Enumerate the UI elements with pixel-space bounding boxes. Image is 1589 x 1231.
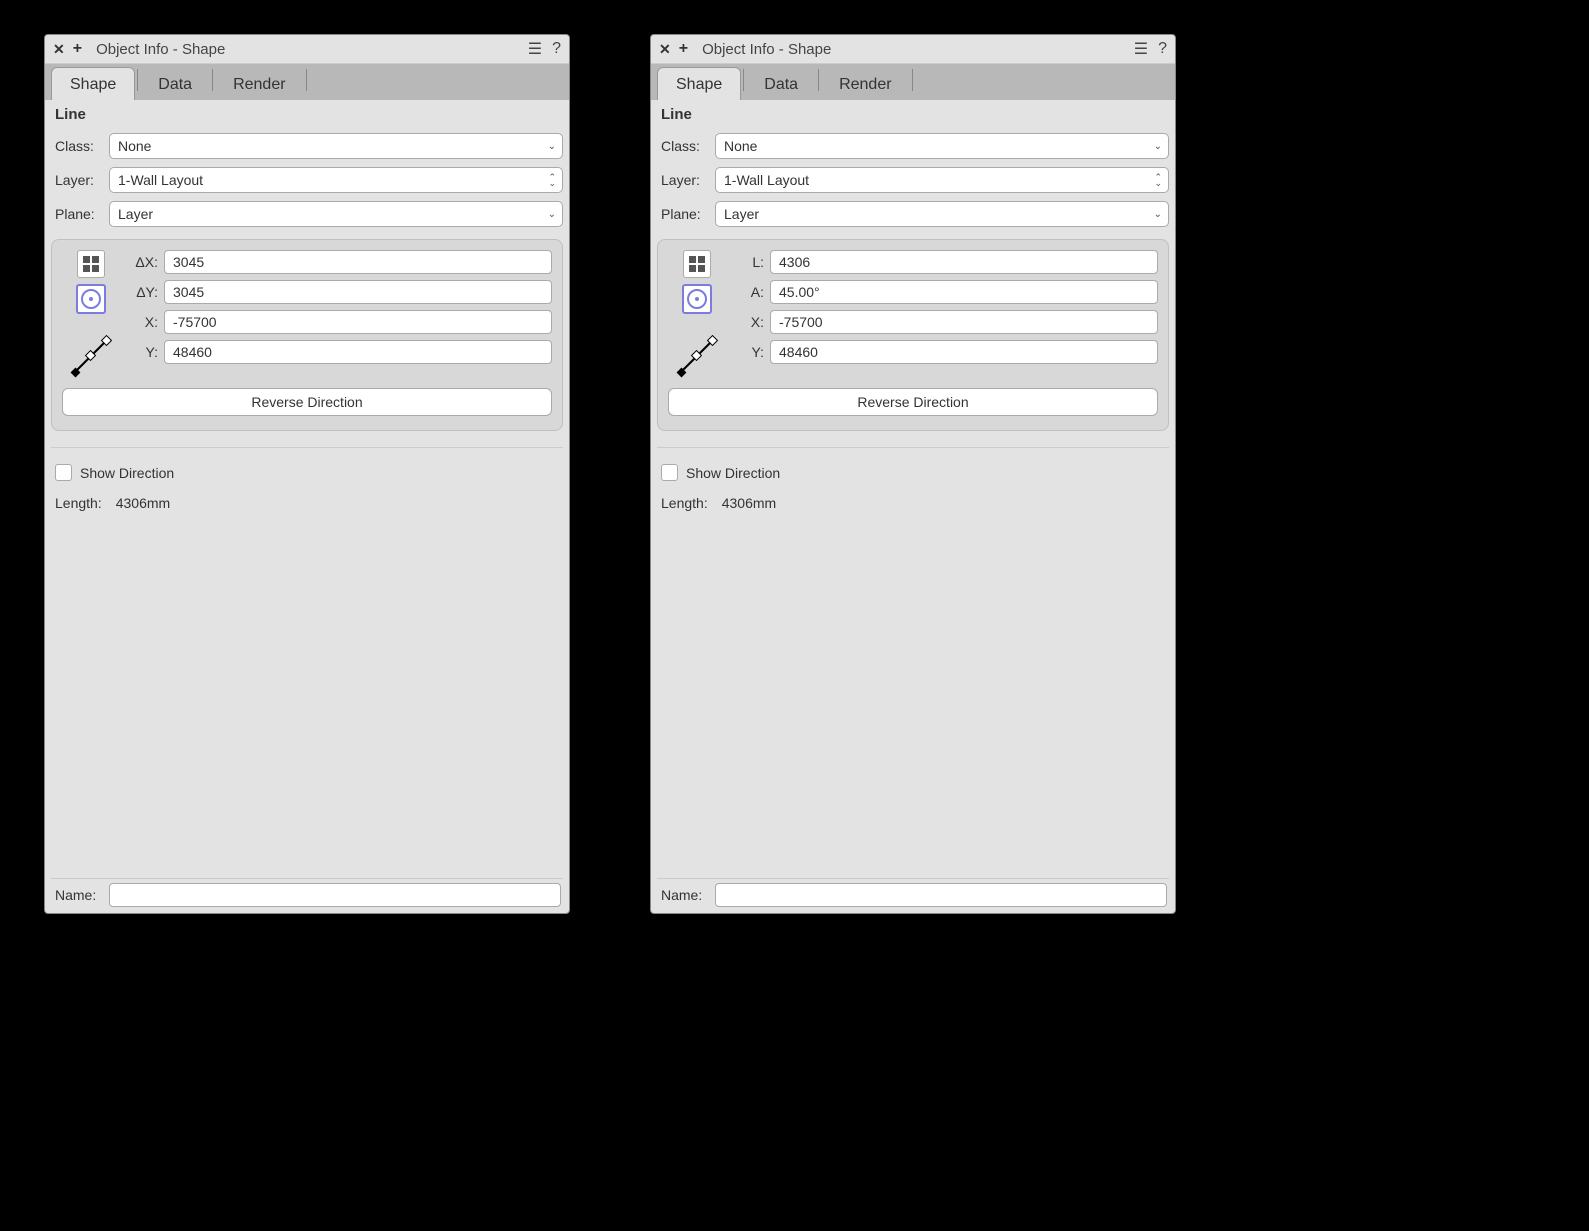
reverse-direction-button[interactable]: Reverse Direction bbox=[62, 388, 552, 416]
tab-data[interactable]: Data bbox=[140, 68, 210, 100]
class-label: Class: bbox=[51, 138, 109, 154]
plane-dropdown[interactable]: Layer ⌄ bbox=[715, 201, 1169, 227]
layer-label: Layer: bbox=[51, 172, 109, 188]
length-field-label: L: bbox=[726, 254, 770, 270]
length-value: 4306mm bbox=[116, 495, 170, 511]
tabstrip: Shape Data Render bbox=[651, 64, 1175, 100]
y-label: Y: bbox=[726, 344, 770, 360]
target-icon bbox=[687, 289, 707, 309]
dy-input[interactable]: 3045 bbox=[164, 280, 552, 304]
tab-data[interactable]: Data bbox=[746, 68, 816, 100]
add-icon[interactable]: + bbox=[73, 40, 82, 58]
tab-render[interactable]: Render bbox=[215, 68, 303, 100]
plane-value: Layer bbox=[118, 206, 554, 222]
polar-mode-button[interactable] bbox=[76, 284, 106, 314]
chevron-down-icon: ⌄ bbox=[548, 209, 556, 220]
dx-input[interactable]: 3045 bbox=[164, 250, 552, 274]
divider bbox=[657, 447, 1169, 448]
class-label: Class: bbox=[657, 138, 715, 154]
class-value: None bbox=[118, 138, 554, 154]
layer-dropdown[interactable]: 1-Wall Layout bbox=[109, 167, 563, 193]
titlebar: ✕ + Object Info - Shape ☰ ? bbox=[45, 35, 569, 64]
chevron-down-icon: ⌄ bbox=[548, 141, 556, 152]
menu-icon[interactable]: ☰ bbox=[528, 39, 542, 59]
updown-arrow-icon bbox=[1154, 174, 1162, 186]
x-label: X: bbox=[726, 314, 770, 330]
plane-value: Layer bbox=[724, 206, 1160, 222]
show-direction-checkbox[interactable] bbox=[55, 464, 72, 481]
close-icon[interactable]: ✕ bbox=[659, 41, 671, 58]
line-icon bbox=[69, 334, 113, 378]
length-label: Length: bbox=[55, 495, 102, 511]
chevron-down-icon: ⌄ bbox=[1154, 141, 1162, 152]
y-label: Y: bbox=[120, 344, 164, 360]
show-direction-checkbox[interactable] bbox=[661, 464, 678, 481]
length-field-input[interactable]: 4306 bbox=[770, 250, 1158, 274]
layer-value: 1-Wall Layout bbox=[724, 172, 1160, 188]
close-icon[interactable]: ✕ bbox=[53, 41, 65, 58]
class-dropdown[interactable]: None ⌄ bbox=[109, 133, 563, 159]
tabstrip: Shape Data Render bbox=[45, 64, 569, 100]
titlebar: ✕ + Object Info - Shape ☰ ? bbox=[651, 35, 1175, 64]
angle-field-label: A: bbox=[726, 284, 770, 300]
help-icon[interactable]: ? bbox=[552, 40, 561, 58]
layer-dropdown[interactable]: 1-Wall Layout bbox=[715, 167, 1169, 193]
coordinates-box: ΔX: 3045 ΔY: 3045 X: -75700 Y: bbox=[51, 239, 563, 431]
object-type-heading: Line bbox=[51, 100, 563, 129]
layer-value: 1-Wall Layout bbox=[118, 172, 554, 188]
help-icon[interactable]: ? bbox=[1158, 40, 1167, 58]
tab-shape[interactable]: Shape bbox=[657, 67, 741, 100]
window-title: Object Info - Shape bbox=[702, 41, 831, 58]
class-dropdown[interactable]: None ⌄ bbox=[715, 133, 1169, 159]
tab-separator bbox=[137, 69, 138, 91]
line-icon bbox=[675, 334, 719, 378]
show-direction-label: Show Direction bbox=[80, 465, 174, 481]
length-label: Length: bbox=[661, 495, 708, 511]
plane-dropdown[interactable]: Layer ⌄ bbox=[109, 201, 563, 227]
x-input[interactable]: -75700 bbox=[164, 310, 552, 334]
plane-label: Plane: bbox=[657, 206, 715, 222]
tab-separator bbox=[818, 69, 819, 91]
chevron-down-icon: ⌄ bbox=[1154, 209, 1162, 220]
tab-render[interactable]: Render bbox=[821, 68, 909, 100]
updown-arrow-icon bbox=[548, 174, 556, 186]
window-title: Object Info - Shape bbox=[96, 41, 225, 58]
x-input[interactable]: -75700 bbox=[770, 310, 1158, 334]
grid-icon bbox=[689, 256, 705, 272]
polar-mode-button[interactable] bbox=[682, 284, 712, 314]
dx-label: ΔX: bbox=[120, 254, 164, 270]
name-input[interactable] bbox=[715, 883, 1167, 907]
name-label: Name: bbox=[53, 887, 109, 903]
grid-mode-button[interactable] bbox=[77, 250, 105, 278]
reverse-direction-button[interactable]: Reverse Direction bbox=[668, 388, 1158, 416]
y-input[interactable]: 48460 bbox=[164, 340, 552, 364]
target-icon bbox=[81, 289, 101, 309]
coordinates-box: L: 4306 A: 45.00° X: -75700 Y: bbox=[657, 239, 1169, 431]
tab-separator bbox=[743, 69, 744, 91]
dy-label: ΔY: bbox=[120, 284, 164, 300]
layer-label: Layer: bbox=[657, 172, 715, 188]
divider bbox=[51, 447, 563, 448]
angle-field-input[interactable]: 45.00° bbox=[770, 280, 1158, 304]
object-info-panel-right: ✕ + Object Info - Shape ☰ ? Shape Data R… bbox=[650, 34, 1176, 914]
object-info-panel-left: ✕ + Object Info - Shape ☰ ? Shape Data R… bbox=[44, 34, 570, 914]
x-label: X: bbox=[120, 314, 164, 330]
grid-icon bbox=[83, 256, 99, 272]
menu-icon[interactable]: ☰ bbox=[1134, 39, 1148, 59]
length-value: 4306mm bbox=[722, 495, 776, 511]
y-input[interactable]: 48460 bbox=[770, 340, 1158, 364]
tab-separator bbox=[212, 69, 213, 91]
tab-separator bbox=[912, 69, 913, 91]
tab-shape[interactable]: Shape bbox=[51, 67, 135, 100]
class-value: None bbox=[724, 138, 1160, 154]
grid-mode-button[interactable] bbox=[683, 250, 711, 278]
show-direction-label: Show Direction bbox=[686, 465, 780, 481]
name-label: Name: bbox=[659, 887, 715, 903]
tab-separator bbox=[306, 69, 307, 91]
add-icon[interactable]: + bbox=[679, 40, 688, 58]
object-type-heading: Line bbox=[657, 100, 1169, 129]
name-input[interactable] bbox=[109, 883, 561, 907]
plane-label: Plane: bbox=[51, 206, 109, 222]
